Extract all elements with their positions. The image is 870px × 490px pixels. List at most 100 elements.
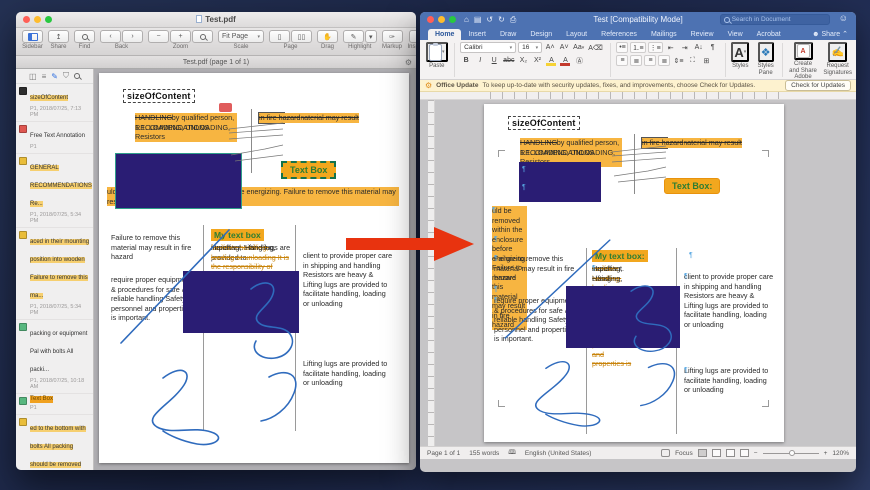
size-of-content-field[interactable]: sizeOfContent xyxy=(123,89,195,103)
decrease-indent-button[interactable]: ⇤ xyxy=(665,42,677,53)
show-formatting-button[interactable]: ¶ xyxy=(707,42,719,53)
outline-view-icon[interactable] xyxy=(725,449,735,457)
share-button[interactable]: ☻ Share ⌃ xyxy=(812,30,848,38)
proofing-icon[interactable]: 🕮 xyxy=(508,448,516,459)
inspector-button[interactable]: ⓘ xyxy=(409,30,416,43)
annotation-list-item[interactable]: GENERAL RECOMMENDATIONS Re... P1, 2018/0… xyxy=(16,154,93,228)
superscript-button[interactable]: X² xyxy=(531,55,543,66)
increase-indent-button[interactable]: ⇥ xyxy=(679,42,691,53)
ribbon-tab[interactable]: View xyxy=(721,29,750,40)
font-color-button[interactable]: A xyxy=(559,55,571,66)
zoom-percentage[interactable]: 120% xyxy=(832,450,849,457)
line-spacing-button[interactable]: ⇕≡ xyxy=(672,55,684,66)
print-layout-view-icon[interactable] xyxy=(697,449,707,457)
word-count[interactable]: 155 words xyxy=(469,450,499,457)
vertical-ruler[interactable] xyxy=(428,100,435,446)
find-button[interactable] xyxy=(74,30,95,43)
redaction-box[interactable] xyxy=(115,153,242,209)
feedback-smiley-icon[interactable]: ☺ xyxy=(839,13,848,23)
bullets-button[interactable]: •≡ xyxy=(616,42,629,53)
font-size-select[interactable]: 16 ▾ xyxy=(518,42,543,53)
annotation-list-item[interactable]: ed to the bottom with bolts All packing … xyxy=(16,415,93,470)
zoom-in-button[interactable]: + xyxy=(170,30,191,43)
draft-view-icon[interactable] xyxy=(739,449,749,457)
font-name-select[interactable]: Calibri ▾ xyxy=(460,42,517,53)
multilevel-list-button[interactable]: ⋮≡ xyxy=(647,42,663,53)
check-updates-button[interactable]: Check for Updates xyxy=(785,80,851,91)
sort-button[interactable]: A↓ xyxy=(693,42,705,53)
zoom-in-icon[interactable]: + xyxy=(824,450,828,457)
back-button[interactable]: ‹ xyxy=(100,30,121,43)
shrink-font-button[interactable]: A˅ xyxy=(558,42,570,53)
paste-button[interactable]: ▾ xyxy=(426,42,448,62)
focus-checkbox[interactable] xyxy=(661,449,671,457)
single-page-button[interactable]: ▯ xyxy=(269,30,290,43)
clear-formatting-button[interactable]: A⌫ xyxy=(587,42,604,53)
align-center-button[interactable]: ≣ xyxy=(630,55,643,66)
redaction-box[interactable] xyxy=(566,286,680,348)
annotation-list-item[interactable]: sizeOfContent P1, 2018/07/25, 7:13 PM xyxy=(16,84,93,122)
list-view-icon[interactable]: ≡ xyxy=(42,72,47,81)
ribbon-tab[interactable]: References xyxy=(594,29,644,40)
two-page-button[interactable]: ▯▯ xyxy=(291,30,312,43)
word-page[interactable]: sizeOfContent Section 1: GENERAL RECOMME… xyxy=(484,104,784,442)
numbering-button[interactable]: ⒈≡ xyxy=(630,42,646,53)
forward-button[interactable]: › xyxy=(122,30,143,43)
search-input[interactable] xyxy=(731,16,826,23)
page-count[interactable]: Page 1 of 1 xyxy=(427,450,460,457)
zoom-slider[interactable] xyxy=(762,450,819,456)
grow-font-button[interactable]: A˄ xyxy=(544,42,556,53)
ribbon-tab[interactable]: Acrobat xyxy=(750,29,788,40)
highlight-button[interactable]: ✎ xyxy=(343,30,364,43)
create-share-pdf-button[interactable]: A xyxy=(793,42,813,60)
ribbon-tab[interactable]: Mailings xyxy=(644,29,684,40)
zoom-fit-button[interactable] xyxy=(192,30,213,43)
annotation-list-item[interactable]: packing or equipment Pal with bolts All … xyxy=(16,320,93,394)
redaction-box[interactable] xyxy=(183,271,299,333)
drag-button[interactable]: ✋ xyxy=(317,30,338,43)
redaction-box[interactable] xyxy=(519,162,601,202)
thumbnails-view-icon[interactable]: ◫ xyxy=(29,72,37,81)
markup-button[interactable]: ✑ xyxy=(381,30,403,43)
subscript-button[interactable]: X₂ xyxy=(517,55,529,66)
ribbon-tab[interactable]: Review xyxy=(684,29,721,40)
zoom-out-button[interactable]: − xyxy=(148,30,169,43)
language-indicator[interactable]: English (United States) xyxy=(525,450,591,457)
gear-icon[interactable]: ⚙ xyxy=(405,56,412,69)
strikethrough-button[interactable]: abc xyxy=(502,55,515,66)
ribbon-tab[interactable]: Layout xyxy=(559,29,594,40)
search-box[interactable] xyxy=(720,14,830,25)
ribbon-tab[interactable]: Home xyxy=(428,29,462,40)
change-case-button[interactable]: Aa ▾ xyxy=(572,42,585,53)
annotation-list-item[interactable]: Free Text Annotation P1 xyxy=(16,122,93,154)
size-of-content-field[interactable]: sizeOfContent xyxy=(508,116,580,130)
text-box-annotation[interactable]: Text Box xyxy=(281,161,337,179)
highlight-menu-button[interactable]: ▾ xyxy=(365,30,377,43)
web-layout-view-icon[interactable] xyxy=(711,449,721,457)
my-text-box-annotation[interactable]: My text box: xyxy=(592,250,648,262)
share-button[interactable]: ↥ xyxy=(48,30,69,43)
underline-button[interactable]: U xyxy=(488,55,500,66)
align-right-button[interactable]: ≡ xyxy=(644,55,657,66)
horizontal-ruler[interactable] xyxy=(420,92,856,100)
annotation-list-item[interactable]: Text Box P1 xyxy=(16,394,93,415)
my-text-box-annotation[interactable]: My text box xyxy=(211,229,264,241)
bold-button[interactable]: B xyxy=(460,55,472,66)
annotation-list-item[interactable]: aced in their mounting position into woo… xyxy=(16,228,93,320)
bookmark-icon[interactable]: ⛉ xyxy=(63,71,69,81)
text-box-annotation[interactable]: Text Box: xyxy=(664,178,721,194)
styles-button[interactable]: A ▾ xyxy=(731,42,750,62)
italic-button[interactable]: I xyxy=(474,55,486,66)
align-left-button[interactable]: ≡ xyxy=(616,55,629,66)
zoom-out-icon[interactable]: − xyxy=(754,450,758,457)
scale-select[interactable]: Fit Page ▾ xyxy=(218,30,264,43)
ribbon-tab[interactable]: Design xyxy=(523,29,559,40)
sidebar-toggle-button[interactable] xyxy=(22,30,43,43)
borders-button[interactable]: ⊞ xyxy=(700,55,712,66)
shading-button[interactable]: ⛶ xyxy=(686,55,698,66)
text-highlight-button[interactable]: A xyxy=(545,55,557,66)
request-signatures-button[interactable]: ✍ xyxy=(828,42,847,62)
text-effects-button[interactable]: Ⓐ xyxy=(573,55,585,66)
styles-pane-button[interactable]: ❖ xyxy=(757,42,774,62)
ribbon-tab[interactable]: Insert xyxy=(461,29,493,40)
